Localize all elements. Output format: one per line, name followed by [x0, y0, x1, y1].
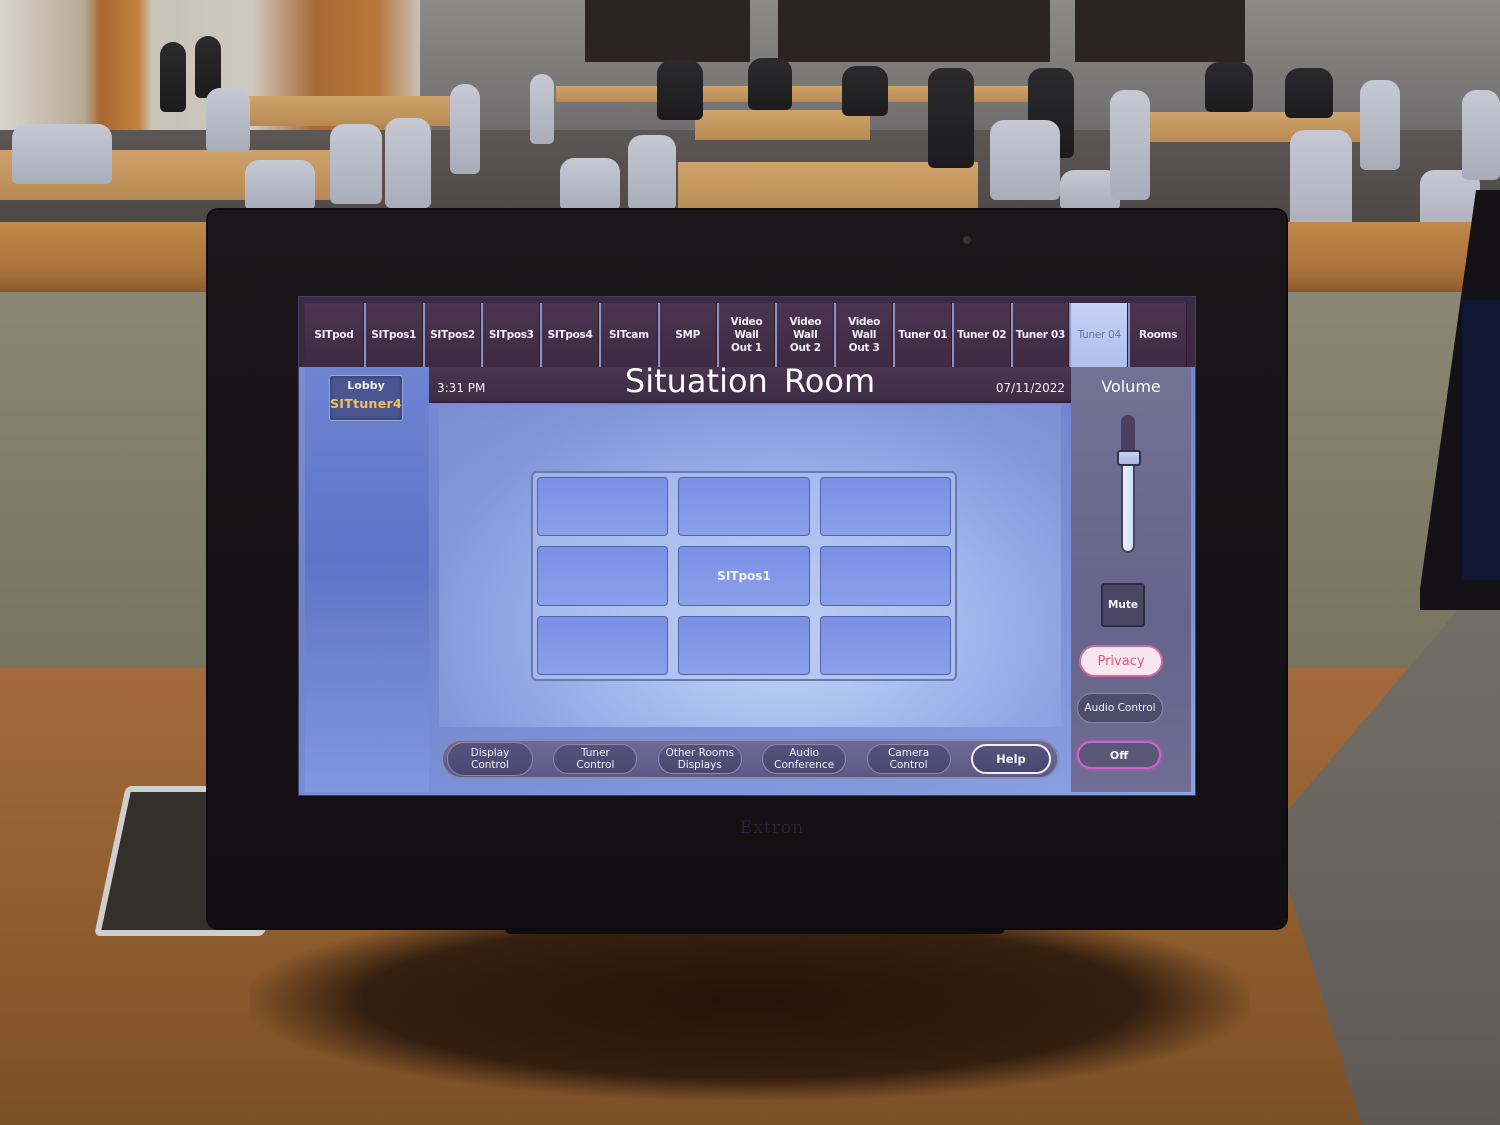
source-tab[interactable]: Video Wall Out 2 — [775, 303, 835, 367]
video-wall-cell[interactable] — [819, 615, 951, 675]
touch-screen: SITpod SITpos1 SITpos2 SITpos3 SITpos4 SITcam… — [298, 296, 1196, 796]
other-rooms-displays-button[interactable]: Other Rooms Displays — [657, 744, 742, 774]
video-wall-cell[interactable] — [678, 477, 810, 537]
chair — [842, 66, 888, 116]
wall-display — [585, 0, 750, 62]
chair — [1360, 80, 1400, 170]
source-tab[interactable]: Video Wall Out 3 — [834, 303, 893, 367]
header-bar: 3:31 PM Situation Room 07/11/2022 — [429, 362, 1071, 403]
camera-icon — [963, 236, 971, 244]
chair — [530, 74, 554, 144]
source-tab[interactable]: Tuner 01 — [892, 303, 952, 367]
display-control-button[interactable]: Display Control — [447, 742, 533, 776]
source-tab[interactable]: SITpos3 — [481, 303, 541, 367]
wall-display — [778, 0, 1050, 62]
tuner-control-button[interactable]: Tuner Control — [553, 744, 638, 774]
video-wall-cell[interactable] — [819, 477, 951, 537]
video-wall-area: SITpos1 — [439, 405, 1061, 727]
chair — [748, 58, 792, 110]
video-wall-cell[interactable] — [819, 546, 951, 606]
chair — [1205, 62, 1253, 112]
source-tab[interactable]: Video Wall Out 1 — [716, 303, 776, 367]
video-wall-cell[interactable] — [537, 615, 669, 675]
chair — [330, 124, 382, 204]
lobby-source-card[interactable]: Lobby SITtuner4 — [329, 375, 403, 421]
source-tab[interactable]: SITpod — [305, 303, 364, 367]
chair — [450, 84, 480, 174]
side-monitor-screen — [1462, 300, 1500, 580]
bottom-nav-bar: Display Control Tuner Control Other Rooms … — [441, 739, 1059, 779]
wall-display — [1075, 0, 1245, 62]
chair — [928, 68, 974, 168]
lobby-current-source: SITtuner4 — [330, 396, 402, 411]
video-wall-cell[interactable]: SITpos1 — [678, 546, 810, 606]
video-wall-cell[interactable] — [678, 615, 810, 675]
chair — [990, 120, 1060, 200]
mute-button[interactable]: Mute — [1101, 583, 1145, 627]
chair — [385, 118, 431, 208]
table — [678, 162, 978, 214]
audio-conference-button[interactable]: Audio Conference — [762, 744, 847, 774]
source-tab[interactable]: SITpos4 — [540, 303, 599, 367]
chair — [628, 135, 676, 210]
video-wall-cell[interactable] — [537, 477, 669, 537]
audio-control-button[interactable]: Audio Control — [1077, 693, 1163, 723]
volume-slider-fill — [1123, 460, 1133, 551]
camera-control-button[interactable]: Camera Control — [866, 744, 951, 774]
chair — [245, 160, 315, 210]
volume-slider-handle[interactable] — [1117, 450, 1141, 467]
volume-label: Volume — [1101, 377, 1161, 396]
chair — [206, 88, 250, 152]
privacy-button[interactable]: Privacy — [1079, 645, 1163, 677]
date-label: 07/11/2022 — [995, 381, 1065, 395]
video-wall-grid: SITpos1 — [531, 471, 957, 681]
lobby-title: Lobby — [347, 379, 385, 392]
audio-panel: Volume Mute Privacy Audio Control Off — [1071, 367, 1191, 792]
source-tab[interactable]: SITpos1 — [363, 303, 423, 367]
source-tab[interactable]: SITcam — [598, 303, 658, 367]
video-wall-cell[interactable] — [537, 546, 669, 606]
chair — [12, 124, 112, 184]
help-button[interactable]: Help — [970, 744, 1051, 774]
source-tab[interactable]: Rooms — [1128, 303, 1187, 367]
chair — [657, 60, 703, 120]
page-title: Situation Room — [624, 362, 876, 400]
chair — [1110, 90, 1150, 200]
source-tab[interactable]: Tuner 02 — [951, 303, 1011, 367]
chair — [1462, 90, 1500, 180]
source-tab[interactable]: Tuner 03 — [1010, 303, 1070, 367]
source-tab-bar: SITpod SITpos1 SITpos2 SITpos3 SITpos4 SITcam… — [299, 297, 1195, 367]
source-tab[interactable]: SITpos2 — [422, 303, 482, 367]
chair — [560, 158, 620, 210]
system-off-button[interactable]: Off — [1077, 741, 1161, 769]
left-panel: Lobby SITtuner4 — [305, 367, 429, 792]
source-tab[interactable]: Tuner 04 — [1069, 303, 1129, 367]
chair — [160, 42, 186, 112]
brand-logo: Extron — [739, 818, 805, 838]
chair — [1285, 68, 1333, 118]
source-tab[interactable]: SMP — [657, 303, 717, 367]
